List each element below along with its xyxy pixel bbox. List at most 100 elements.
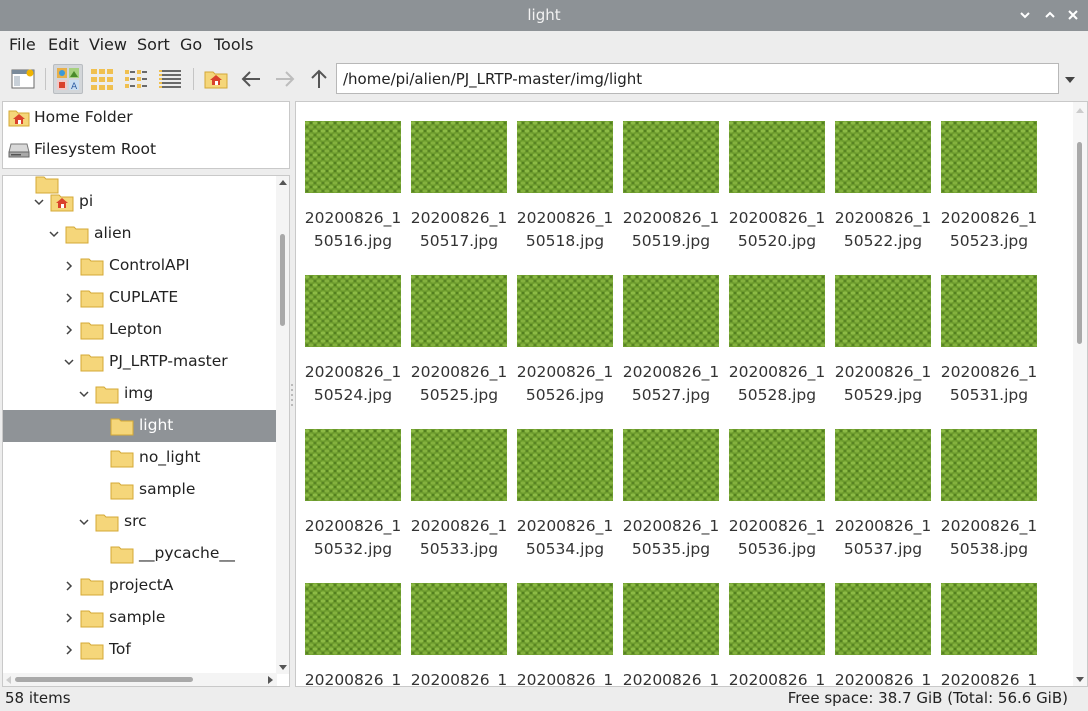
- path-history-dropdown[interactable]: [1062, 72, 1078, 88]
- tree-item-pj-lrtp-master[interactable]: PJ_LRTP-master: [3, 346, 277, 378]
- image-thumbnail: [305, 583, 401, 655]
- menu-sort[interactable]: Sort: [137, 35, 170, 54]
- status-bar: 58 items Free space: 38.7 GiB (Total: 56…: [0, 687, 1088, 711]
- close-icon[interactable]: [1065, 7, 1081, 23]
- expander-open-icon[interactable]: [49, 229, 59, 239]
- detailed-list-view-button[interactable]: [155, 64, 185, 94]
- compact-view-button[interactable]: [121, 64, 151, 94]
- scroll-up-icon[interactable]: [278, 178, 288, 188]
- menu-go[interactable]: Go: [180, 35, 202, 54]
- scrollbar-thumb[interactable]: [15, 677, 193, 682]
- expander-open-icon[interactable]: [79, 517, 89, 527]
- tree-item-tof[interactable]: Tof: [3, 634, 277, 666]
- file-icon-view[interactable]: 20200826_1 50516.jpg 20200826_1 50517.jpg 20…: [295, 101, 1088, 687]
- file-item[interactable]: 20200826_1 50538.jpg: [939, 412, 1045, 566]
- tree-item-label: pi: [79, 192, 94, 210]
- path-input[interactable]: [336, 63, 1059, 94]
- icon-view-button[interactable]: A: [53, 64, 83, 94]
- expander-open-icon[interactable]: [79, 389, 89, 399]
- expander-closed-icon[interactable]: [64, 645, 74, 655]
- new-window-button[interactable]: [8, 64, 38, 94]
- tree-item-sample-2[interactable]: sample: [3, 602, 277, 634]
- scroll-down-icon[interactable]: [1075, 674, 1085, 684]
- expander-closed-icon[interactable]: [64, 613, 74, 623]
- file-item[interactable]: 20200826_1 50537.jpg: [833, 412, 939, 566]
- expander-closed-icon[interactable]: [64, 581, 74, 591]
- file-item[interactable]: 20200826_1: [621, 566, 727, 686]
- file-name: 20200826_1 50528.jpg: [728, 363, 826, 404]
- detailed-list-view-icon: [159, 70, 181, 88]
- file-item[interactable]: 20200826_1 50532.jpg: [303, 412, 409, 566]
- new-window-icon: [11, 69, 35, 89]
- tree-item-lepton[interactable]: Lepton: [3, 314, 277, 346]
- maximize-icon[interactable]: [1042, 7, 1058, 23]
- tree-item-pycache[interactable]: __pycache__: [3, 538, 277, 570]
- file-item[interactable]: 20200826_1: [303, 566, 409, 686]
- file-item[interactable]: 20200826_1 50529.jpg: [833, 258, 939, 412]
- expander-open-icon[interactable]: [34, 197, 44, 207]
- expander-open-icon[interactable]: [64, 357, 74, 367]
- file-item[interactable]: 20200826_1 50533.jpg: [409, 412, 515, 566]
- scroll-right-icon[interactable]: [265, 675, 275, 685]
- file-item[interactable]: 20200826_1 50518.jpg: [515, 104, 621, 258]
- file-item[interactable]: 20200826_1 50519.jpg: [621, 104, 727, 258]
- file-item[interactable]: 20200826_1 50528.jpg: [727, 258, 833, 412]
- file-item[interactable]: 20200826_1 50536.jpg: [727, 412, 833, 566]
- icon-view-vertical-scrollbar[interactable]: [1073, 102, 1087, 686]
- file-item[interactable]: 20200826_1 50524.jpg: [303, 258, 409, 412]
- file-item[interactable]: 20200826_1 50535.jpg: [621, 412, 727, 566]
- file-item[interactable]: 20200826_1 50526.jpg: [515, 258, 621, 412]
- minimize-icon[interactable]: [1017, 7, 1033, 23]
- tree-item-cuplate[interactable]: CUPLATE: [3, 282, 277, 314]
- menu-view[interactable]: View: [89, 35, 127, 54]
- tree-item-controlapi[interactable]: ControlAPI: [3, 250, 277, 282]
- tree-item-light[interactable]: light: [3, 410, 277, 442]
- menu-tools[interactable]: Tools: [214, 35, 253, 54]
- file-item[interactable]: 20200826_1 50516.jpg: [303, 104, 409, 258]
- file-item[interactable]: 20200826_1: [939, 566, 1045, 686]
- expander-closed-icon[interactable]: [64, 325, 74, 335]
- tree-item-alien[interactable]: alien: [3, 218, 277, 250]
- forward-button[interactable]: [270, 64, 300, 94]
- tree-item-no-light[interactable]: no_light: [3, 442, 277, 474]
- file-item[interactable]: 20200826_1 50523.jpg: [939, 104, 1045, 258]
- menu-edit[interactable]: Edit: [48, 35, 79, 54]
- tree-item-pi[interactable]: pi: [3, 186, 277, 218]
- thumbnail-view-button[interactable]: [87, 64, 117, 94]
- place-filesystem-root[interactable]: Filesystem Root: [3, 134, 289, 166]
- scrollbar-thumb[interactable]: [1077, 142, 1082, 344]
- file-item[interactable]: 20200826_1: [409, 566, 515, 686]
- pane-splitter[interactable]: [290, 380, 294, 410]
- scrollbar-thumb[interactable]: [280, 234, 285, 326]
- tree-item-img[interactable]: img: [3, 378, 277, 410]
- file-item[interactable]: 20200826_1 50517.jpg: [409, 104, 515, 258]
- file-item[interactable]: 20200826_1 50534.jpg: [515, 412, 621, 566]
- tree-item-sample[interactable]: sample: [3, 474, 277, 506]
- file-item[interactable]: 20200826_1 50520.jpg: [727, 104, 833, 258]
- file-name: 20200826_1 50522.jpg: [834, 209, 932, 250]
- scroll-down-icon[interactable]: [278, 662, 288, 672]
- folder-icon: [110, 546, 134, 564]
- place-home-folder[interactable]: Home Folder: [3, 102, 289, 134]
- title-bar[interactable]: light: [0, 0, 1088, 31]
- scroll-left-icon[interactable]: [4, 675, 14, 685]
- tree-item-src[interactable]: src: [3, 506, 277, 538]
- file-item[interactable]: 20200826_1 50527.jpg: [621, 258, 727, 412]
- file-item[interactable]: 20200826_1: [727, 566, 833, 686]
- tree-vertical-scrollbar[interactable]: [276, 176, 289, 674]
- file-item[interactable]: 20200826_1 50531.jpg: [939, 258, 1045, 412]
- file-item[interactable]: 20200826_1: [515, 566, 621, 686]
- image-thumbnail: [729, 275, 825, 347]
- file-item[interactable]: 20200826_1 50522.jpg: [833, 104, 939, 258]
- tree-horizontal-scrollbar[interactable]: [3, 673, 277, 686]
- back-button[interactable]: [236, 64, 266, 94]
- expander-closed-icon[interactable]: [64, 261, 74, 271]
- up-button[interactable]: [304, 64, 334, 94]
- tree-item-projecta[interactable]: projectA: [3, 570, 277, 602]
- menu-file[interactable]: File: [9, 35, 36, 54]
- expander-closed-icon[interactable]: [64, 293, 74, 303]
- scroll-up-icon[interactable]: [1075, 106, 1085, 116]
- home-button[interactable]: [201, 64, 231, 94]
- file-item[interactable]: 20200826_1: [833, 566, 939, 686]
- file-item[interactable]: 20200826_1 50525.jpg: [409, 258, 515, 412]
